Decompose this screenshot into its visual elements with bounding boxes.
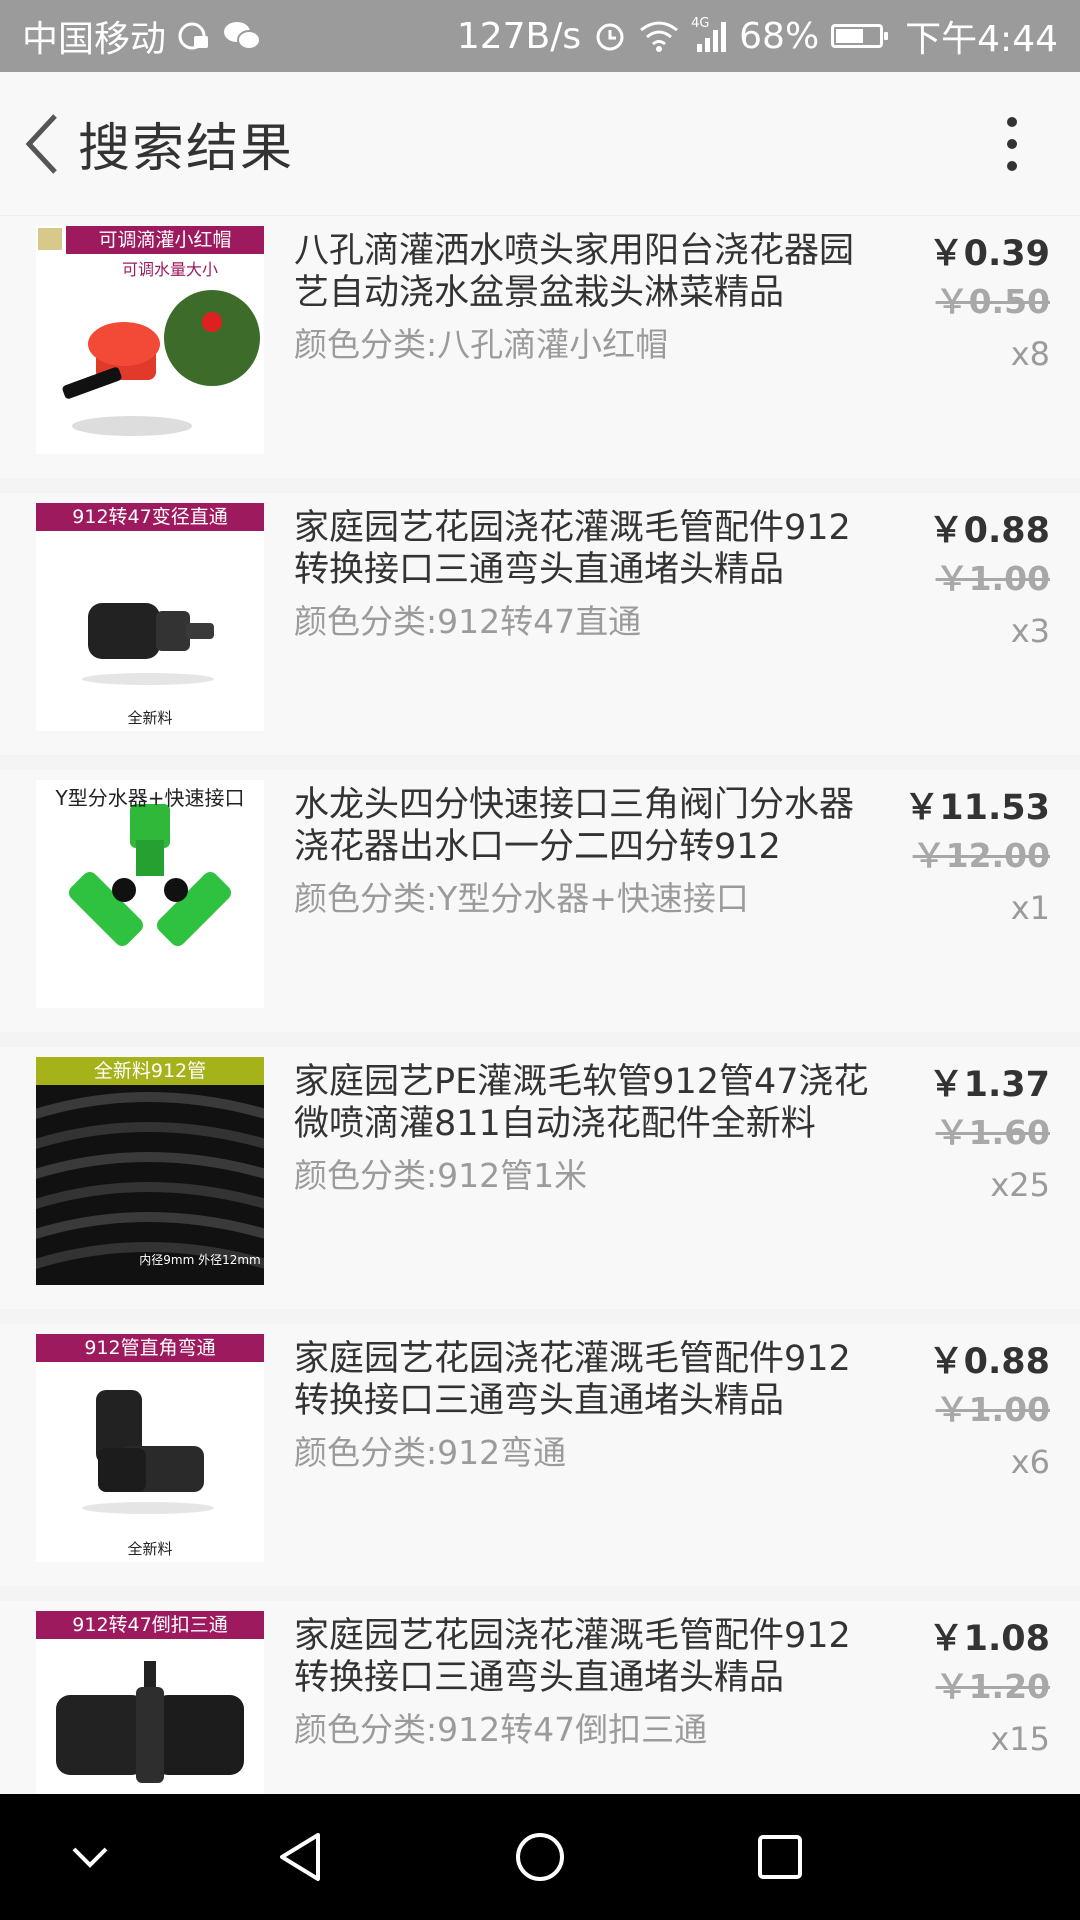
- carrier-label: 中国移动: [22, 19, 167, 60]
- product-thumbnail: Y型分水器+快速接口: [36, 780, 264, 1008]
- result-item[interactable]: 全新料912管 内径9mm 外径12mm 家庭园艺PE灌溉毛软管912管47浇花…: [0, 1047, 1080, 1309]
- original-price: ￥1.20: [935, 1667, 1050, 1706]
- thumbnail-label: 912转47倒扣三通: [36, 1611, 264, 1639]
- product-image: [82, 603, 214, 685]
- quantity: x6: [1010, 1443, 1050, 1481]
- thumbnail-label: 912转47变径直通: [36, 503, 264, 531]
- back-triangle-icon: [280, 1833, 320, 1881]
- product-title: 家庭园艺花园浇花灌溉毛管配件912转换接口三通弯头直通堵头精品: [294, 1339, 851, 1421]
- current-price: ￥0.88: [928, 511, 1050, 551]
- wifi-icon: [639, 20, 679, 52]
- more-vertical-icon: [1007, 116, 1017, 171]
- product-sku: 颜色分类:912弯通: [294, 1433, 567, 1472]
- product-thumbnail: 912转47变径直通 全新料: [36, 503, 264, 731]
- product-sku: 颜色分类:912转47直通: [294, 602, 642, 641]
- original-price: ￥12.00: [912, 836, 1050, 875]
- network-type: 4G: [691, 16, 710, 31]
- back-button[interactable]: [8, 94, 78, 194]
- thumbnail-label: 全新料912管: [36, 1057, 264, 1085]
- product-thumbnail: 可调滴灌小红帽 可调水量大小: [36, 226, 264, 454]
- result-item[interactable]: Y型分水器+快速接口 水龙头四分快速接口三角阀门分水器浇花器出水口一分二四分转9…: [0, 770, 1080, 1032]
- quantity: x15: [990, 1720, 1050, 1758]
- signal-icon: 4G: [691, 16, 727, 52]
- result-item[interactable]: 912管直角弯通 全新料 家庭园艺花园浇花灌溉毛管配件912转换接口三通弯头直通…: [0, 1324, 1080, 1586]
- thumbnail-sublabel: 内径9mm 外径12mm: [139, 1253, 261, 1267]
- quantity: x1: [1010, 889, 1050, 927]
- original-price: ￥1.00: [935, 559, 1050, 598]
- current-price: ￥11.53: [904, 788, 1050, 828]
- thumbnail-sublabel: 全新料: [127, 709, 173, 727]
- product-thumbnail: 912转47倒扣三通: [36, 1611, 264, 1794]
- product-title: 水龙头四分快速接口三角阀门分水器浇花器出水口一分二四分转912: [294, 785, 855, 867]
- chevron-down-icon: [72, 1847, 108, 1868]
- product-thumbnail: 全新料912管 内径9mm 外径12mm: [36, 1057, 264, 1285]
- quantity: x25: [990, 1166, 1050, 1204]
- thumbnail-label: Y型分水器+快速接口: [55, 786, 245, 810]
- current-price: ￥0.39: [928, 234, 1050, 274]
- current-price: ￥1.08: [928, 1619, 1050, 1659]
- thumbnail-sublabel: 全新料: [127, 1540, 173, 1558]
- nav-home-button[interactable]: [480, 1794, 600, 1920]
- nav-recents-button[interactable]: [720, 1794, 840, 1920]
- wechat-icon: [222, 19, 262, 53]
- product-title: 八孔滴灌洒水喷头家用阳台浇花器园艺自动浇水盆景盆栽头淋菜精品: [294, 231, 855, 313]
- result-item[interactable]: 912转47变径直通 全新料 家庭园艺花园浇花灌溉毛管配件912转换接口三通弯头…: [0, 493, 1080, 755]
- product-sku: 颜色分类:Y型分水器+快速接口: [294, 879, 749, 918]
- home-circle-icon: [516, 1833, 564, 1881]
- battery-icon: [831, 24, 889, 48]
- page-title: 搜索结果: [78, 119, 295, 179]
- battery-percent: 68%: [739, 15, 820, 57]
- chevron-left-icon: [25, 113, 57, 174]
- product-image: [82, 1390, 214, 1514]
- clock: 下午4:44: [905, 19, 1058, 60]
- alarm-icon: [593, 19, 627, 53]
- product-thumbnail: 912管直角弯通 全新料: [36, 1334, 264, 1562]
- original-price: ￥1.60: [935, 1113, 1050, 1152]
- product-sku: 颜色分类:八孔滴灌小红帽: [294, 325, 669, 364]
- hide-nav-button[interactable]: [30, 1794, 150, 1920]
- thumbnail-label: 912管直角弯通: [36, 1334, 264, 1362]
- product-image: [38, 228, 260, 436]
- product-title: 家庭园艺PE灌溉毛软管912管47浇花微喷滴灌811自动浇花配件全新料: [294, 1062, 869, 1144]
- search-results-list[interactable]: 可调滴灌小红帽 可调水量大小 八孔滴灌洒水喷头家用阳台浇花器园艺自动浇水盆景盆栽…: [0, 216, 1080, 1794]
- network-speed: 127B/s: [456, 15, 582, 57]
- nav-back-button[interactable]: [240, 1794, 360, 1920]
- original-price: ￥0.50: [935, 282, 1050, 321]
- recents-square-icon: [758, 1835, 802, 1879]
- data-saver-icon: [176, 18, 212, 54]
- result-item[interactable]: 912转47倒扣三通 家庭园艺花园浇花灌溉毛管配件912转换接口三通弯头直通堵头…: [0, 1601, 1080, 1794]
- original-price: ￥1.00: [935, 1390, 1050, 1429]
- product-title: 家庭园艺花园浇花灌溉毛管配件912转换接口三通弯头直通堵头精品: [294, 508, 851, 590]
- quantity: x8: [1010, 335, 1050, 373]
- system-nav-bar: [0, 1794, 1080, 1920]
- product-sku: 颜色分类:912转47倒扣三通: [294, 1710, 708, 1749]
- product-image: [69, 804, 231, 946]
- product-sku: 颜色分类:912管1米: [294, 1156, 588, 1195]
- status-bar: 中国移动 127B/s 4G 68% 下午4:44: [0, 0, 1080, 72]
- quantity: x3: [1010, 612, 1050, 650]
- product-image: [36, 1092, 264, 1270]
- more-options-button[interactable]: [972, 94, 1052, 194]
- app-header: 搜索结果: [0, 72, 1080, 216]
- current-price: ￥1.37: [928, 1065, 1050, 1105]
- result-item[interactable]: 可调滴灌小红帽 可调水量大小 八孔滴灌洒水喷头家用阳台浇花器园艺自动浇水盆景盆栽…: [0, 216, 1080, 478]
- current-price: ￥0.88: [928, 1342, 1050, 1382]
- product-title: 家庭园艺花园浇花灌溉毛管配件912转换接口三通弯头直通堵头精品: [294, 1616, 851, 1698]
